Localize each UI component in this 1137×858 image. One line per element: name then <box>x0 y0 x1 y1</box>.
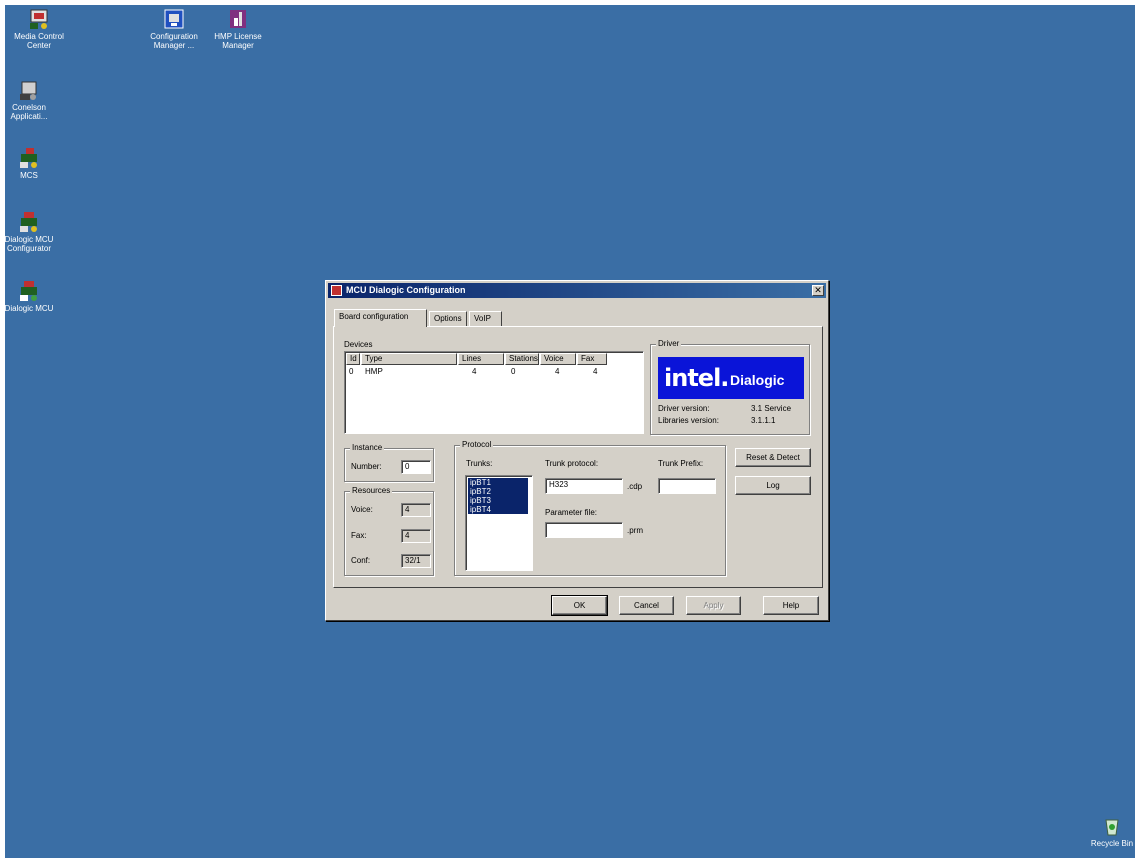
devices-label: Devices <box>344 340 373 349</box>
protocol-group-label: Protocol <box>460 440 494 449</box>
dialogic-mcu-icon <box>18 280 40 302</box>
dialog-titlebar[interactable]: MCU Dialogic Configuration ✕ <box>328 283 826 298</box>
device-cell-voice[interactable]: 4 <box>555 367 559 377</box>
trunk-item[interactable]: ipBT2 <box>468 487 528 496</box>
help-button[interactable]: Help <box>763 596 819 615</box>
column-header-voice[interactable]: Voice <box>540 353 576 365</box>
mcs-icon <box>18 147 40 169</box>
device-cell-stations[interactable]: 0 <box>511 367 515 377</box>
desktop-icon-hmp-license-manager[interactable]: HMP License Manager <box>206 8 270 50</box>
parameter-file-label: Parameter file: <box>545 508 598 517</box>
media-control-icon <box>28 8 50 30</box>
trunk-prefix-label: Trunk Prefix: <box>658 459 704 468</box>
device-cell-id[interactable]: 0 <box>349 367 353 377</box>
mcu-configurator-icon <box>18 211 40 233</box>
trunk-protocol-label: Trunk protocol: <box>545 459 599 468</box>
cdp-extension-label: .cdp <box>627 482 643 491</box>
column-header-type[interactable]: Type <box>361 353 457 365</box>
libraries-version-value: 3.1.1.1 <box>751 416 776 425</box>
mcu-configuration-dialog: MCU Dialogic Configuration ✕ Board confi… <box>325 280 829 621</box>
recycle-bin-icon <box>1101 815 1123 837</box>
desktop-icon-label: Conelson Applicati... <box>10 103 48 121</box>
desktop-icon-label: HMP License Manager <box>214 32 262 50</box>
driver-group: Driver intel. Dialogic Driver version: 3… <box>650 339 810 435</box>
desktop-icon-recycle-bin[interactable]: Recycle Bin <box>1080 815 1137 848</box>
instance-number-label: Number: <box>351 462 382 471</box>
trunk-item[interactable]: ipBT3 <box>468 496 528 505</box>
cancel-button[interactable]: Cancel <box>619 596 674 615</box>
driver-group-label: Driver <box>656 339 682 348</box>
app-icon <box>331 285 342 296</box>
dialog-title: MCU Dialogic Configuration <box>346 285 466 295</box>
conf-label: Conf: <box>351 556 371 565</box>
trunk-item[interactable]: ipBT1 <box>468 478 528 487</box>
apply-button-label: Apply <box>703 601 724 610</box>
tab-board-configuration[interactable]: Board configuration <box>334 309 427 327</box>
desktop-icon-label: Dialogic MCU Configurator <box>4 235 54 253</box>
trunks-list[interactable]: ipBT1 ipBT2 ipBT3 ipBT4 <box>465 475 533 571</box>
column-header-lines[interactable]: Lines <box>458 353 504 365</box>
instance-group-label: Instance <box>350 443 385 452</box>
tab-panel: Devices Id Type Lines Stations Voice Fax… <box>333 326 823 588</box>
log-button[interactable]: Log <box>735 476 811 495</box>
libraries-version-label: Libraries version: <box>658 416 719 425</box>
fax-field: 4 <box>401 529 431 543</box>
column-header-fax[interactable]: Fax <box>577 353 607 365</box>
desktop-icon-label: MCS <box>20 171 38 180</box>
resources-group: Resources Voice: 4 Fax: 4 Conf: 32/1 <box>344 486 434 576</box>
device-cell-type[interactable]: HMP <box>365 367 383 377</box>
desktop-icon-dialogic-mcu[interactable]: Dialogic MCU <box>0 280 61 313</box>
logo-brand-text: Dialogic <box>730 372 785 388</box>
desktop-icon-media-control-center[interactable]: Media Control Center <box>7 8 71 50</box>
apply-button[interactable]: Apply <box>686 596 741 615</box>
desktop-icon-dialogic-mcu-configurator[interactable]: Dialogic MCU Configurator <box>0 211 61 253</box>
fax-label: Fax: <box>351 531 367 540</box>
parameter-file-field[interactable] <box>545 522 623 538</box>
conf-field: 32/1 <box>401 554 431 568</box>
desktop-icon-label: Media Control Center <box>14 32 64 50</box>
desktop-icon-label: Dialogic MCU <box>4 304 54 313</box>
device-cell-fax[interactable]: 4 <box>593 367 597 377</box>
instance-number-field[interactable]: 0 <box>401 460 431 474</box>
reset-detect-button[interactable]: Reset & Detect <box>735 448 811 467</box>
desktop-icon-application[interactable]: Conelson Applicati... <box>0 79 61 121</box>
ok-button[interactable]: OK <box>551 595 608 616</box>
license-manager-icon <box>227 8 249 30</box>
trunks-label: Trunks: <box>466 459 493 468</box>
prm-extension-label: .prm <box>627 526 643 535</box>
devices-list[interactable]: Id Type Lines Stations Voice Fax 0 HMP 4… <box>344 351 644 434</box>
instance-group: Instance Number: 0 <box>344 443 434 482</box>
protocol-group: Protocol Trunks: ipBT1 ipBT2 ipBT3 ipBT4… <box>454 440 726 576</box>
desktop: Media Control Center Configuration Manag… <box>5 5 1135 858</box>
desktop-icon-configuration-manager[interactable]: Configuration Manager ... <box>142 8 206 50</box>
close-button[interactable]: ✕ <box>812 285 824 296</box>
trunk-item[interactable]: ipBT4 <box>468 505 528 514</box>
intel-dialogic-logo: intel. Dialogic <box>658 357 804 399</box>
application-icon <box>18 79 40 101</box>
logo-intel-text: intel. <box>664 364 729 392</box>
column-header-id[interactable]: Id <box>346 353 360 365</box>
desktop-icon-label: Recycle Bin <box>1090 839 1134 848</box>
device-cell-lines[interactable]: 4 <box>472 367 476 377</box>
voice-label: Voice: <box>351 505 373 514</box>
resources-group-label: Resources <box>350 486 393 495</box>
desktop-icon-mcs[interactable]: MCS <box>0 147 61 180</box>
column-header-stations[interactable]: Stations <box>505 353 539 365</box>
desktop-icon-label: Configuration Manager ... <box>150 32 198 50</box>
config-manager-icon <box>163 8 185 30</box>
tab-options[interactable]: Options <box>429 311 467 326</box>
voice-field: 4 <box>401 503 431 517</box>
tab-voip[interactable]: VoIP <box>469 311 502 326</box>
driver-version-label: Driver version: <box>658 404 710 413</box>
trunk-prefix-field[interactable] <box>658 478 716 494</box>
driver-version-value: 3.1 Service <box>751 404 792 413</box>
trunk-protocol-field[interactable]: H323 <box>545 478 623 494</box>
